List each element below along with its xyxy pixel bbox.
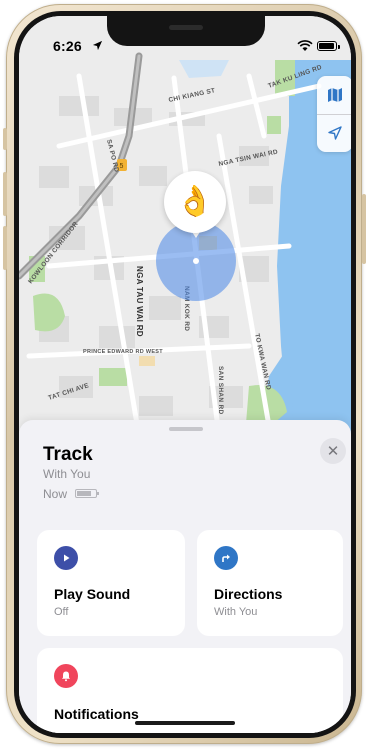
play-icon [54, 546, 78, 570]
locate-button[interactable] [317, 114, 351, 152]
map-controls [317, 76, 351, 152]
home-indicator[interactable] [135, 721, 235, 725]
street-label-8: PRINCE EDWARD RD WEST [83, 349, 163, 355]
item-title: Track [43, 444, 93, 465]
play-sound-label: Play Sound [54, 586, 131, 602]
battery-icon [317, 41, 340, 51]
location-services-icon [92, 40, 103, 51]
airtag-pin[interactable]: 👌 [164, 171, 226, 233]
play-sound-card[interactable]: Play Sound Off [37, 530, 185, 636]
item-last-seen: Now [43, 487, 68, 501]
directions-label: Directions [214, 586, 283, 602]
sheet-grabber[interactable] [169, 427, 203, 431]
play-sound-status: Off [54, 606, 69, 618]
street-label-6: NGA TAU WAI RD [135, 266, 144, 337]
map-view[interactable]: 5 CHI KIANG ST TAK KU LING RD SA PO RD K… [19, 16, 351, 436]
phone-screen: 5 CHI KIANG ST TAK KU LING RD SA PO RD K… [19, 16, 351, 733]
notch [107, 16, 265, 46]
location-dot [193, 258, 199, 264]
item-detail-sheet: Track With You Now ✕ Play Sound Off Dire… [19, 420, 351, 733]
item-owner: With You [43, 467, 91, 481]
battery-level [319, 43, 334, 49]
item-battery-icon [75, 489, 99, 498]
street-label-10: SAN SHAN RD [217, 366, 224, 414]
map-icon [328, 88, 342, 102]
directions-icon [214, 546, 238, 570]
status-time: 6:26 [53, 38, 82, 54]
directions-status: With You [214, 606, 258, 618]
ok-hand-icon: 👌 [176, 185, 214, 218]
item-battery-level [77, 491, 91, 496]
notifications-label: Notifications [54, 706, 139, 722]
volume-up-button [3, 172, 7, 216]
bell-icon [54, 664, 78, 688]
location-arrow-icon [328, 126, 342, 140]
directions-card[interactable]: Directions With You [197, 530, 343, 636]
wifi-icon [297, 40, 313, 51]
power-button [362, 194, 366, 264]
close-icon: ✕ [326, 443, 340, 460]
volume-down-button [3, 226, 7, 270]
close-button[interactable]: ✕ [320, 438, 346, 464]
side-button [3, 128, 7, 150]
map-type-button[interactable] [317, 76, 351, 114]
